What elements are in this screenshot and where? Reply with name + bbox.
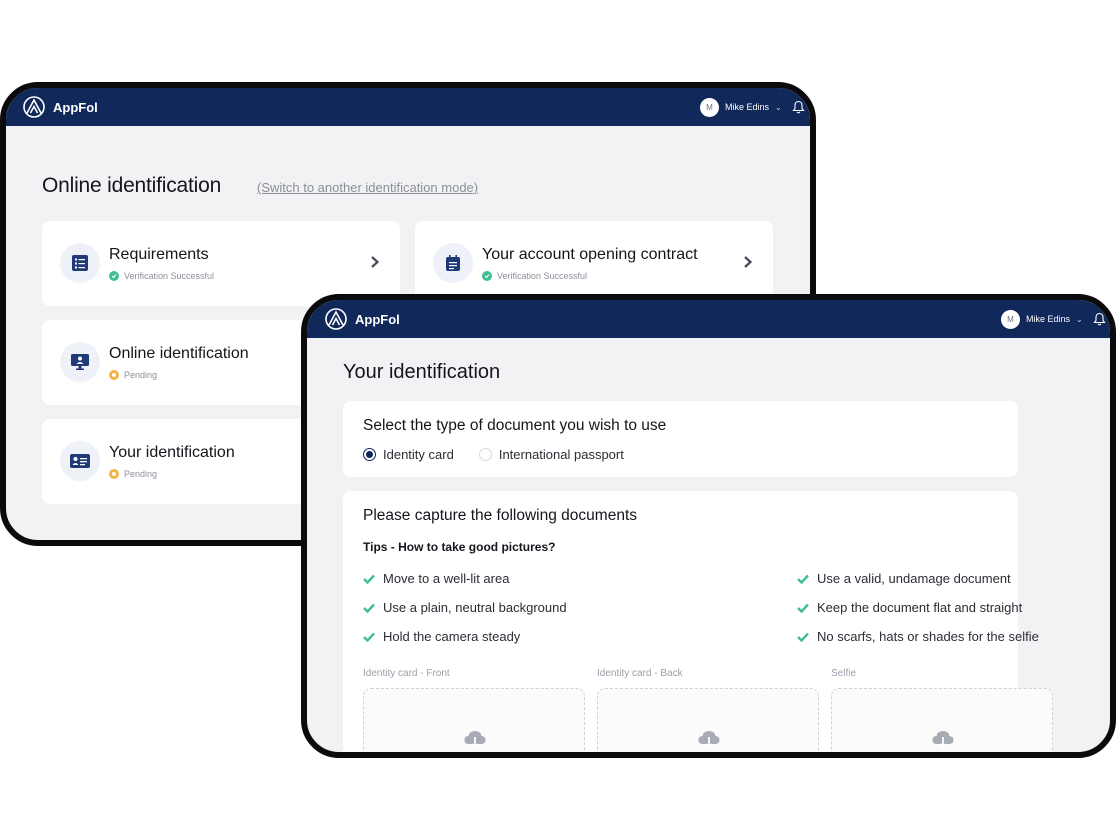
radio-label[interactable]: International passport	[499, 447, 624, 462]
tips-heading: Tips - How to take good pictures?	[363, 540, 556, 554]
tip-item: Use a plain, neutral background	[363, 600, 567, 615]
page-title: Online identification	[42, 174, 222, 197]
status-text: Verification Successful	[124, 271, 215, 281]
list-icon	[60, 243, 100, 283]
user-menu[interactable]: M Mike Edins ⌄	[700, 97, 805, 117]
page-title: Your identification	[343, 361, 501, 383]
user-name: Mike Edins	[725, 102, 770, 112]
tip-item: Use a valid, undamage document	[797, 571, 1011, 586]
cloud-upload-icon	[932, 731, 954, 749]
brand-name: AppFol	[53, 99, 98, 115]
pending-icon	[109, 370, 119, 380]
check-icon	[363, 574, 375, 584]
check-icon	[797, 603, 809, 613]
appfol-logo-icon	[325, 308, 347, 330]
tip-text: Hold the camera steady	[383, 629, 521, 644]
status-text: Verification Successful	[497, 271, 588, 281]
chevron-down-icon: ⌄	[1076, 314, 1083, 324]
chevron-down-icon: ⌄	[775, 102, 782, 112]
appfol-logo-icon	[23, 96, 45, 118]
top-navbar: AppFol M Mike Edins ⌄	[6, 88, 810, 126]
status-badge: Verification Successful	[482, 271, 587, 281]
document-type-panel: Select the type of document you wish to …	[343, 401, 1018, 477]
brand-name: AppFol	[355, 311, 400, 327]
user-menu[interactable]: M Mike Edins ⌄	[1001, 309, 1106, 329]
tip-item: Hold the camera steady	[363, 629, 520, 644]
tip-text: No scarfs, hats or shades for the selfie	[817, 629, 1039, 644]
upload-label-selfie: Selfie	[831, 668, 857, 679]
section-heading: Select the type of document you wish to …	[363, 417, 667, 434]
status-badge: Verification Successful	[109, 271, 214, 281]
check-circle-icon	[109, 271, 119, 281]
radio-identity-card[interactable]	[363, 448, 376, 461]
check-icon	[797, 632, 809, 642]
front-device-screen: AppFol M Mike Edins ⌄ Your identificatio…	[301, 294, 1116, 758]
tip-text: Use a valid, undamage document	[817, 571, 1011, 586]
upload-dropzone-front[interactable]	[363, 688, 585, 752]
capture-documents-panel: Please capture the following documents T…	[343, 491, 1053, 752]
tip-text: Keep the document flat and straight	[817, 600, 1023, 615]
section-heading: Please capture the following documents	[363, 507, 637, 524]
avatar: M	[1001, 309, 1020, 329]
brand-logo[interactable]: AppFol	[325, 308, 400, 330]
status-badge: Pending	[109, 469, 157, 479]
id-card-icon	[60, 441, 100, 481]
chevron-right-icon	[744, 256, 753, 268]
card-title: Your account opening contract	[482, 246, 698, 263]
upload-label-front: Identity card - Front	[363, 668, 450, 679]
bell-icon[interactable]	[1093, 312, 1106, 326]
document-type-options: Identity card International passport	[363, 447, 624, 462]
status-badge: Pending	[109, 370, 157, 380]
check-icon	[363, 603, 375, 613]
cloud-upload-icon	[464, 731, 486, 749]
card-title: Online identification	[109, 345, 249, 362]
check-icon	[797, 574, 809, 584]
tip-item: Keep the document flat and straight	[797, 600, 1022, 615]
card-title: Requirements	[109, 246, 209, 263]
upload-label-back: Identity card - Back	[597, 668, 683, 679]
check-circle-icon	[482, 271, 492, 281]
check-icon	[363, 632, 375, 642]
brand-logo[interactable]: AppFol	[23, 96, 98, 118]
top-navbar: AppFol M Mike Edins ⌄	[307, 300, 1110, 338]
cloud-upload-icon	[698, 731, 720, 749]
bell-icon[interactable]	[792, 100, 805, 114]
tip-item: No scarfs, hats or shades for the selfie	[797, 629, 1039, 644]
user-name: Mike Edins	[1026, 314, 1071, 324]
chevron-right-icon	[371, 256, 380, 268]
upload-dropzone-back[interactable]	[597, 688, 819, 752]
pending-icon	[109, 469, 119, 479]
switch-mode-link[interactable]: (Switch to another identification mode)	[257, 180, 478, 195]
upload-dropzone-selfie[interactable]	[831, 688, 1053, 752]
card-title: Your identification	[109, 444, 235, 461]
calendar-icon	[433, 243, 473, 283]
avatar: M	[700, 97, 719, 117]
tip-item: Move to a well-lit area	[363, 571, 509, 586]
tip-text: Use a plain, neutral background	[383, 600, 567, 615]
status-text: Pending	[124, 370, 158, 380]
radio-international-passport[interactable]	[478, 448, 492, 461]
monitor-user-icon	[60, 342, 100, 382]
tip-text: Move to a well-lit area	[383, 571, 510, 586]
status-text: Pending	[124, 469, 158, 479]
radio-label[interactable]: Identity card	[383, 447, 454, 462]
